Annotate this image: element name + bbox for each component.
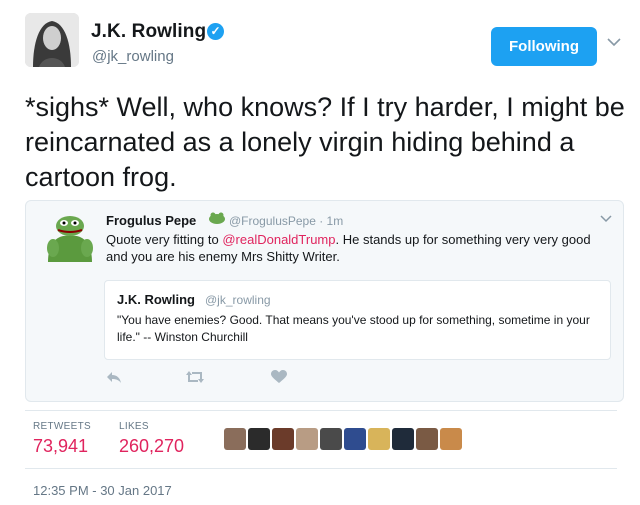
mention-link[interactable]: @realDonaldTrump <box>222 232 335 247</box>
frog-avatar[interactable] <box>44 212 96 264</box>
like-heart-icon[interactable] <box>271 370 287 389</box>
liker-avatar[interactable] <box>344 428 366 450</box>
likes-count[interactable]: 260,270 <box>119 436 184 457</box>
verified-badge-icon: ✓ <box>207 23 224 40</box>
nested-author-name[interactable]: J.K. Rowling <box>117 292 195 307</box>
liker-avatars <box>224 428 464 455</box>
liker-avatar[interactable] <box>320 428 342 450</box>
author-avatar[interactable] <box>25 13 79 67</box>
liker-avatar[interactable] <box>248 428 270 450</box>
liker-avatar[interactable] <box>392 428 414 450</box>
liker-avatar[interactable] <box>416 428 438 450</box>
liker-avatar[interactable] <box>224 428 246 450</box>
author-name[interactable]: J.K. Rowling <box>91 21 206 43</box>
tweet-text: *sighs* Well, who knows? If I try harder… <box>25 92 625 192</box>
following-button[interactable]: Following <box>491 27 597 66</box>
retweet-icon[interactable] <box>186 370 204 389</box>
liker-avatar[interactable] <box>272 428 294 450</box>
divider-bottom <box>25 468 617 469</box>
frog-emoji-icon <box>208 211 226 229</box>
retweets-count[interactable]: 73,941 <box>33 436 88 457</box>
quoted-author-handle[interactable]: @FrogulusPepe · 1m <box>229 214 343 228</box>
quoted-tweet-text: Quote very fitting to @realDonaldTrump. … <box>106 231 606 265</box>
liker-avatar[interactable] <box>440 428 462 450</box>
divider-top <box>25 410 617 411</box>
author-handle[interactable]: @jk_rowling <box>92 48 174 65</box>
chevron-down-icon[interactable] <box>607 34 621 50</box>
quoted-text-before: Quote very fitting to <box>106 232 223 247</box>
quoted-author-name[interactable]: Frogulus Pepe <box>106 213 196 228</box>
quoted-chevron-down-icon[interactable] <box>600 212 612 226</box>
liker-avatar[interactable] <box>296 428 318 450</box>
liker-avatar[interactable] <box>368 428 390 450</box>
nested-tweet-text: "You have enemies? Good. That means you'… <box>117 313 590 344</box>
nested-author-handle[interactable]: @jk_rowling <box>205 293 271 307</box>
reply-icon[interactable] <box>106 370 122 389</box>
likes-label[interactable]: LIKES <box>119 421 149 432</box>
tweet-timestamp[interactable]: 12:35 PM - 30 Jan 2017 <box>33 483 172 498</box>
retweets-label[interactable]: RETWEETS <box>33 421 91 432</box>
